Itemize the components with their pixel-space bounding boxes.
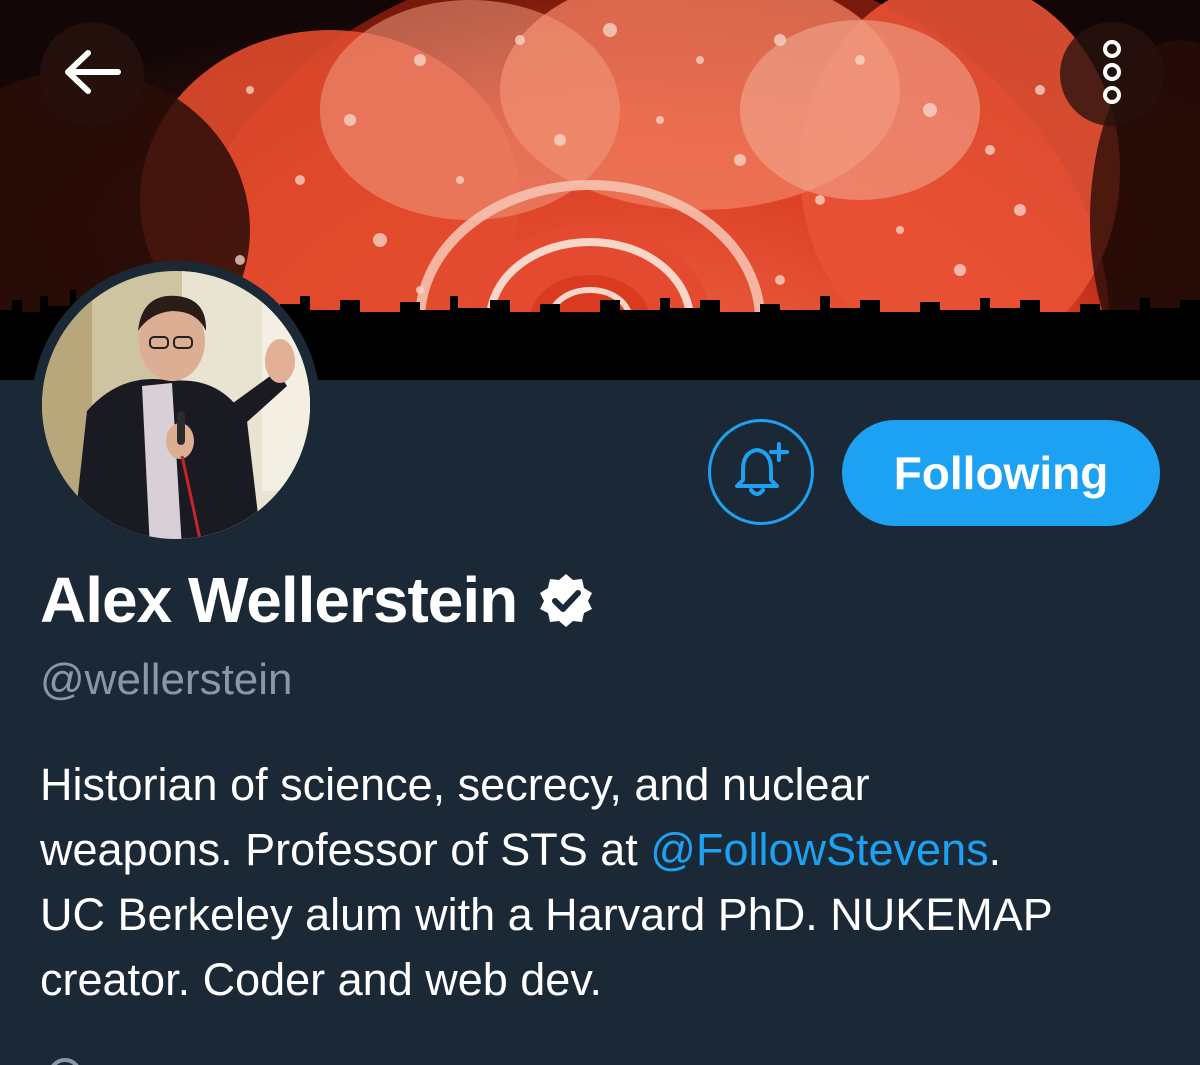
back-button[interactable] xyxy=(40,22,144,126)
bio-line: weapons. Professor of STS at @FollowStev… xyxy=(40,817,1170,882)
bio-text: . xyxy=(988,824,1002,875)
more-vertical-icon xyxy=(1097,39,1127,110)
bio-text: weapons. Professor of STS at xyxy=(40,824,651,875)
arrow-left-icon xyxy=(62,47,122,102)
bell-plus-icon xyxy=(729,438,793,507)
profile-avatar[interactable] xyxy=(32,261,320,549)
more-options-button[interactable] xyxy=(1060,22,1164,126)
profile-handle: @wellerstein xyxy=(40,655,293,704)
bio-mention-link[interactable]: @FollowStevens xyxy=(650,824,988,875)
profile-name-row: Alex Wellerstein xyxy=(40,560,595,640)
profile-display-name: Alex Wellerstein xyxy=(40,564,518,636)
following-button[interactable]: Following xyxy=(842,420,1160,526)
bio-line: creator. Coder and web dev. xyxy=(40,954,602,1005)
bio-line: UC Berkeley alum with a Harvard PhD. NUK… xyxy=(40,889,1053,940)
profile-screen: Following Alex Wellerstein @wellerstein … xyxy=(0,0,1200,1065)
notifications-toggle-button[interactable] xyxy=(708,419,814,525)
location-icon xyxy=(48,1058,82,1065)
verified-badge-icon xyxy=(537,571,595,629)
bio-line: Historian of science, secrecy, and nucle… xyxy=(40,759,870,810)
profile-bio: Historian of science, secrecy, and nucle… xyxy=(40,752,1170,1012)
